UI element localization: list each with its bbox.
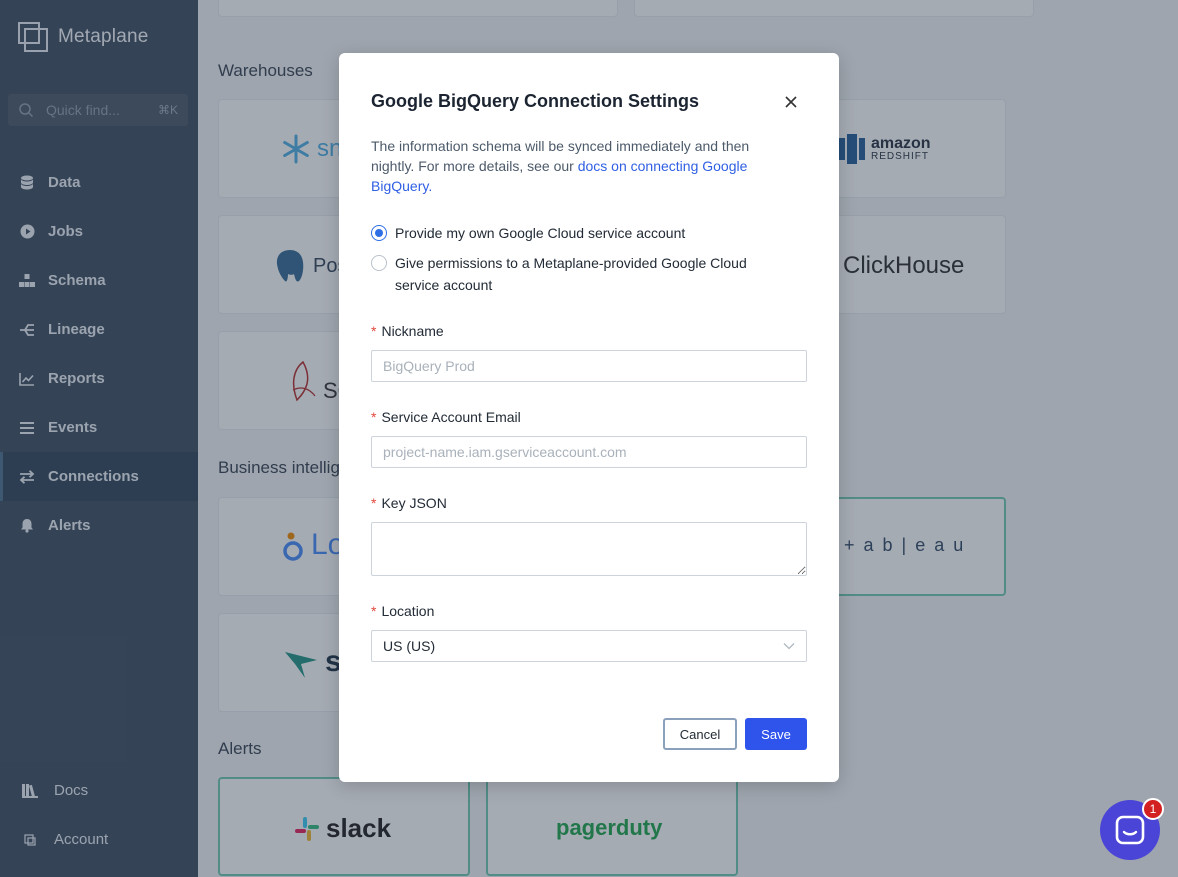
modal-description: The information schema will be synced im… [371, 136, 791, 196]
bigquery-settings-modal: Google BigQuery Connection Settings The … [339, 53, 839, 782]
key-json-label-text: Key JSON [381, 495, 447, 511]
radio-button-checked[interactable] [371, 225, 387, 241]
close-icon [785, 96, 797, 108]
notification-badge: 1 [1142, 798, 1164, 820]
location-label-text: Location [381, 603, 435, 619]
modal-title: Google BigQuery Connection Settings [371, 91, 700, 111]
chat-icon [1115, 815, 1145, 845]
radio-metaplane-service-account[interactable]: Give permissions to a Metaplane-provided… [371, 252, 791, 296]
location-select[interactable]: US (US) [371, 630, 807, 662]
location-label: * Location [371, 603, 434, 619]
radio-label: Give permissions to a Metaplane-provided… [395, 255, 747, 293]
email-label-text: Service Account Email [381, 409, 521, 425]
location-selected-value: US (US) [383, 638, 436, 654]
nickname-label-text: Nickname [381, 323, 444, 339]
required-asterisk: * [371, 409, 377, 425]
radio-button[interactable] [371, 255, 387, 271]
nickname-label: * Nickname [371, 323, 444, 339]
service-account-email-input[interactable] [371, 436, 807, 468]
required-asterisk: * [371, 603, 377, 619]
radio-own-service-account[interactable]: Provide my own Google Cloud service acco… [371, 222, 811, 244]
required-asterisk: * [371, 495, 377, 511]
key-json-textarea[interactable] [371, 522, 807, 576]
key-json-label: * Key JSON [371, 495, 447, 511]
required-asterisk: * [371, 323, 377, 339]
chevron-down-icon [783, 643, 795, 650]
save-button[interactable]: Save [745, 718, 807, 750]
nickname-input[interactable] [371, 350, 807, 382]
email-label: * Service Account Email [371, 409, 521, 425]
close-button[interactable] [780, 91, 802, 113]
cancel-button[interactable]: Cancel [663, 718, 737, 750]
radio-label: Provide my own Google Cloud service acco… [395, 225, 686, 241]
